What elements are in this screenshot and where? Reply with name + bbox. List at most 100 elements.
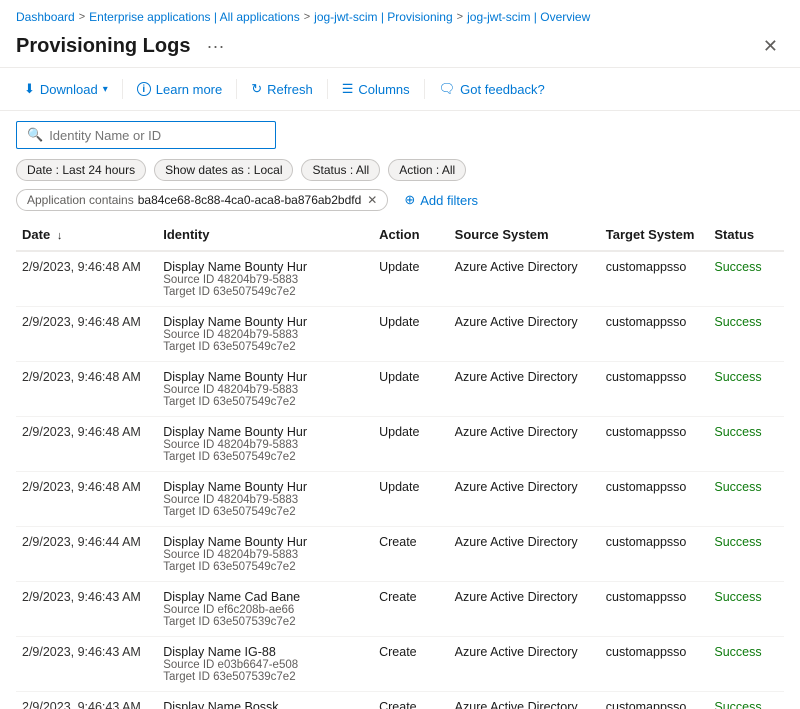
app-filter-close-button[interactable]: ✕	[367, 193, 377, 207]
col-status: Status	[708, 219, 784, 251]
cell-status: Success	[708, 637, 784, 692]
breadcrumb-provisioning[interactable]: jog-jwt-scim | Provisioning	[314, 10, 453, 24]
cell-action: Update	[373, 472, 449, 527]
breadcrumb: Dashboard > Enterprise applications | Al…	[0, 0, 800, 30]
cell-status: Success	[708, 362, 784, 417]
toolbar-divider-2	[236, 79, 237, 99]
add-filters-button[interactable]: ⊕ Add filters	[396, 189, 486, 211]
identity-display-name: Display Name Bounty Hur	[163, 480, 367, 494]
table-row[interactable]: 2/9/2023, 9:46:48 AM Display Name Bounty…	[16, 362, 784, 417]
col-date[interactable]: Date ↓	[16, 219, 157, 251]
sort-icon-date: ↓	[57, 230, 63, 242]
more-options-button[interactable]: ···	[200, 34, 230, 59]
cell-status: Success	[708, 251, 784, 307]
cell-identity: Display Name Bounty Hur Source ID 48204b…	[157, 362, 373, 417]
table-row[interactable]: 2/9/2023, 9:46:44 AM Display Name Bounty…	[16, 527, 784, 582]
table-row[interactable]: 2/9/2023, 9:46:48 AM Display Name Bounty…	[16, 307, 784, 362]
cell-status: Success	[708, 527, 784, 582]
search-input[interactable]	[49, 128, 265, 143]
cell-identity: Display Name Bounty Hur Source ID 48204b…	[157, 307, 373, 362]
identity-source-id: Source ID 48204b79-5883	[163, 494, 367, 506]
identity-source-id: Source ID e03b6647-e508	[163, 659, 367, 671]
toolbar-divider-3	[327, 79, 328, 99]
add-filter-icon: ⊕	[404, 192, 415, 208]
table-row[interactable]: 2/9/2023, 9:46:43 AM Display Name Bossk …	[16, 692, 784, 709]
download-button[interactable]: ⬇ Download ▾	[16, 76, 116, 102]
identity-display-name: Display Name Cad Bane	[163, 590, 367, 604]
cell-source: Azure Active Directory	[449, 692, 600, 709]
status-filter-label: Status : All	[312, 163, 369, 177]
cell-action: Update	[373, 251, 449, 307]
col-action: Action	[373, 219, 449, 251]
search-box: 🔍	[16, 121, 276, 149]
cell-date: 2/9/2023, 9:46:43 AM	[16, 692, 157, 709]
action-filter-chip[interactable]: Action : All	[388, 159, 466, 181]
date-filter-chip[interactable]: Date : Last 24 hours	[16, 159, 146, 181]
breadcrumb-dashboard[interactable]: Dashboard	[16, 10, 75, 24]
feedback-button[interactable]: 🗨 Got feedback?	[431, 76, 553, 102]
download-icon: ⬇	[24, 81, 35, 97]
date-filter-label: Date : Last 24 hours	[27, 163, 135, 177]
refresh-icon: ↻	[251, 81, 262, 97]
identity-display-name: Display Name Bounty Hur	[163, 425, 367, 439]
cell-action: Create	[373, 582, 449, 637]
cell-action: Create	[373, 527, 449, 582]
cell-target: customappsso	[600, 582, 709, 637]
cell-identity: Display Name Bounty Hur Source ID 48204b…	[157, 472, 373, 527]
breadcrumb-overview[interactable]: jog-jwt-scim | Overview	[467, 10, 590, 24]
cell-action: Update	[373, 417, 449, 472]
status-filter-chip[interactable]: Status : All	[301, 159, 380, 181]
cell-source: Azure Active Directory	[449, 527, 600, 582]
feedback-icon: 🗨	[439, 81, 456, 97]
cell-status: Success	[708, 582, 784, 637]
cell-source: Azure Active Directory	[449, 251, 600, 307]
identity-source-id: Source ID 48204b79-5883	[163, 274, 367, 286]
cell-date: 2/9/2023, 9:46:43 AM	[16, 637, 157, 692]
breadcrumb-enterprise-apps[interactable]: Enterprise applications | All applicatio…	[89, 10, 300, 24]
show-dates-filter-chip[interactable]: Show dates as : Local	[154, 159, 293, 181]
cell-date: 2/9/2023, 9:46:43 AM	[16, 582, 157, 637]
cell-date: 2/9/2023, 9:46:48 AM	[16, 417, 157, 472]
close-button[interactable]: ✕	[757, 34, 784, 59]
app-filter-chip: Application contains ba84ce68-8c88-4ca0-…	[16, 189, 388, 211]
page-header: Provisioning Logs ··· ✕	[0, 30, 800, 68]
identity-target-id: Target ID 63e507549c7e2	[163, 396, 367, 408]
table-row[interactable]: 2/9/2023, 9:46:48 AM Display Name Bounty…	[16, 417, 784, 472]
cell-status: Success	[708, 692, 784, 709]
table-row[interactable]: 2/9/2023, 9:46:43 AM Display Name IG-88 …	[16, 637, 784, 692]
identity-display-name: Display Name Bounty Hur	[163, 315, 367, 329]
table-row[interactable]: 2/9/2023, 9:46:48 AM Display Name Bounty…	[16, 472, 784, 527]
table-header: Date ↓ Identity Action Source System Tar…	[16, 219, 784, 251]
table-row[interactable]: 2/9/2023, 9:46:48 AM Display Name Bounty…	[16, 251, 784, 307]
cell-identity: Display Name Bounty Hur Source ID 48204b…	[157, 527, 373, 582]
refresh-button[interactable]: ↻ Refresh	[243, 76, 320, 102]
cell-identity: Display Name Bounty Hur Source ID 48204b…	[157, 417, 373, 472]
cell-target: customappsso	[600, 637, 709, 692]
cell-status: Success	[708, 417, 784, 472]
cell-source: Azure Active Directory	[449, 472, 600, 527]
identity-source-id: Source ID 48204b79-5883	[163, 329, 367, 341]
table-row[interactable]: 2/9/2023, 9:46:43 AM Display Name Cad Ba…	[16, 582, 784, 637]
page-title: Provisioning Logs	[16, 35, 190, 58]
identity-display-name: Display Name Bounty Hur	[163, 535, 367, 549]
cell-source: Azure Active Directory	[449, 582, 600, 637]
cell-date: 2/9/2023, 9:46:48 AM	[16, 251, 157, 307]
cell-identity: Display Name Cad Bane Source ID ef6c208b…	[157, 582, 373, 637]
col-target: Target System	[600, 219, 709, 251]
identity-display-name: Display Name Bounty Hur	[163, 370, 367, 384]
cell-action: Create	[373, 692, 449, 709]
identity-target-id: Target ID 63e507539c7e2	[163, 671, 367, 683]
cell-date: 2/9/2023, 9:46:44 AM	[16, 527, 157, 582]
learn-more-button[interactable]: i Learn more	[129, 77, 230, 102]
cell-date: 2/9/2023, 9:46:48 AM	[16, 472, 157, 527]
cell-target: customappsso	[600, 472, 709, 527]
toolbar-divider-1	[122, 79, 123, 99]
cell-source: Azure Active Directory	[449, 417, 600, 472]
app-filter-prefix: Application contains	[27, 193, 134, 207]
cell-status: Success	[708, 307, 784, 362]
col-source: Source System	[449, 219, 600, 251]
columns-button[interactable]: ☰ Columns	[334, 76, 418, 102]
cell-source: Azure Active Directory	[449, 362, 600, 417]
cell-target: customappsso	[600, 417, 709, 472]
dropdown-icon: ▾	[103, 84, 108, 95]
